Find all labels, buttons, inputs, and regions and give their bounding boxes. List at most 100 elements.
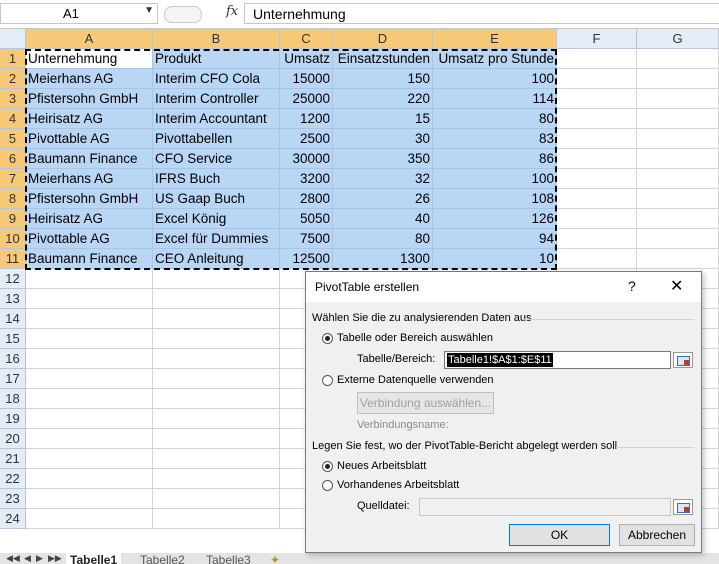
cell-d2[interactable]: 150: [333, 69, 433, 89]
cell-f11[interactable]: [557, 249, 637, 269]
cell-b18[interactable]: [153, 389, 280, 409]
cell-b11[interactable]: CEO Anleitung: [153, 249, 280, 269]
cell-b19[interactable]: [153, 409, 280, 429]
cell-f6[interactable]: [557, 149, 637, 169]
cell-a20[interactable]: [26, 429, 153, 449]
cell-a3[interactable]: Pfistersohn GmbH: [26, 89, 153, 109]
cell-e3[interactable]: 114: [433, 89, 557, 109]
cell-g11[interactable]: [637, 249, 719, 269]
range-picker-icon[interactable]: [673, 352, 693, 368]
cell-f9[interactable]: [557, 209, 637, 229]
cell-b12[interactable]: [153, 269, 280, 289]
target-input[interactable]: [419, 498, 671, 516]
cell-a22[interactable]: [26, 469, 153, 489]
cell-b3[interactable]: Interim Controller: [153, 89, 280, 109]
radio-existing-sheet[interactable]: [322, 480, 333, 491]
new-sheet-icon[interactable]: ✦: [266, 553, 284, 564]
cell-b22[interactable]: [153, 469, 280, 489]
row-header-9[interactable]: 9: [0, 209, 26, 229]
cell-c7[interactable]: 3200: [280, 169, 333, 189]
cell-a19[interactable]: [26, 409, 153, 429]
cell-c8[interactable]: 2800: [280, 189, 333, 209]
choose-connection-button[interactable]: Verbindung auswählen...: [357, 392, 494, 414]
cell-e7[interactable]: 100: [433, 169, 557, 189]
row-header-17[interactable]: 17: [0, 369, 26, 389]
row-header-10[interactable]: 10: [0, 229, 26, 249]
cell-f7[interactable]: [557, 169, 637, 189]
cell-e1[interactable]: Umsatz pro Stunde: [433, 49, 557, 69]
cell-g3[interactable]: [637, 89, 719, 109]
cell-b8[interactable]: US Gaap Buch: [153, 189, 280, 209]
cell-a14[interactable]: [26, 309, 153, 329]
cell-f2[interactable]: [557, 69, 637, 89]
cell-a9[interactable]: Heirisatz AG: [26, 209, 153, 229]
formula-input[interactable]: Unternehmung: [244, 3, 719, 24]
row-header-22[interactable]: 22: [0, 469, 26, 489]
cell-d5[interactable]: 30: [333, 129, 433, 149]
cell-d8[interactable]: 26: [333, 189, 433, 209]
cell-b1[interactable]: Produkt: [153, 49, 280, 69]
last-sheet-icon[interactable]: ▶▶: [48, 553, 62, 564]
cell-b20[interactable]: [153, 429, 280, 449]
cell-a23[interactable]: [26, 489, 153, 509]
column-header-e[interactable]: E: [433, 29, 557, 49]
column-header-f[interactable]: F: [557, 29, 637, 49]
cell-f8[interactable]: [557, 189, 637, 209]
range-input[interactable]: Tabelle1!$A$1:$E$11: [444, 351, 671, 369]
row-header-11[interactable]: 11: [0, 249, 26, 269]
cell-e11[interactable]: 10: [433, 249, 557, 269]
cell-b24[interactable]: [153, 509, 280, 529]
cell-d6[interactable]: 350: [333, 149, 433, 169]
cell-f1[interactable]: [557, 49, 637, 69]
row-header-15[interactable]: 15: [0, 329, 26, 349]
name-box[interactable]: A1 ▼: [0, 3, 158, 24]
cell-e10[interactable]: 94: [433, 229, 557, 249]
row-header-8[interactable]: 8: [0, 189, 26, 209]
cell-c4[interactable]: 1200: [280, 109, 333, 129]
target-picker-icon[interactable]: [673, 499, 693, 515]
row-header-1[interactable]: 1: [0, 49, 26, 69]
cell-g1[interactable]: [637, 49, 719, 69]
cell-g10[interactable]: [637, 229, 719, 249]
cell-e8[interactable]: 108: [433, 189, 557, 209]
cell-b10[interactable]: Excel für Dummies: [153, 229, 280, 249]
row-header-23[interactable]: 23: [0, 489, 26, 509]
cell-b4[interactable]: Interim Accountant: [153, 109, 280, 129]
tab-tabelle1[interactable]: Tabelle1: [66, 553, 122, 564]
cell-f10[interactable]: [557, 229, 637, 249]
cell-g4[interactable]: [637, 109, 719, 129]
cell-b2[interactable]: Interim CFO Cola: [153, 69, 280, 89]
row-header-19[interactable]: 19: [0, 409, 26, 429]
cell-g2[interactable]: [637, 69, 719, 89]
column-header-d[interactable]: D: [333, 29, 433, 49]
cancel-button[interactable]: Abbrechen: [619, 524, 695, 546]
cell-f4[interactable]: [557, 109, 637, 129]
row-header-16[interactable]: 16: [0, 349, 26, 369]
close-icon[interactable]: ✕: [670, 276, 683, 296]
prev-sheet-icon[interactable]: ◀: [24, 553, 31, 564]
row-header-14[interactable]: 14: [0, 309, 26, 329]
insert-function-icon[interactable]: fx: [226, 4, 238, 19]
radio-existing-sheet-label[interactable]: Vorhandenes Arbeitsblatt: [337, 479, 459, 491]
cell-d1[interactable]: Einsatzstunden: [333, 49, 433, 69]
row-header-7[interactable]: 7: [0, 169, 26, 189]
cell-b7[interactable]: IFRS Buch: [153, 169, 280, 189]
cell-a21[interactable]: [26, 449, 153, 469]
tab-tabelle2[interactable]: Tabelle2: [136, 553, 189, 564]
cell-g8[interactable]: [637, 189, 719, 209]
cell-c2[interactable]: 15000: [280, 69, 333, 89]
cell-b23[interactable]: [153, 489, 280, 509]
cell-b5[interactable]: Pivottabellen: [153, 129, 280, 149]
row-header-3[interactable]: 3: [0, 89, 26, 109]
row-header-13[interactable]: 13: [0, 289, 26, 309]
radio-table-range[interactable]: [322, 333, 333, 344]
cell-e9[interactable]: 126: [433, 209, 557, 229]
column-header-b[interactable]: B: [153, 29, 280, 49]
column-header-c[interactable]: C: [280, 29, 333, 49]
cell-a7[interactable]: Meierhans AG: [26, 169, 153, 189]
cell-c11[interactable]: 12500: [280, 249, 333, 269]
cell-a5[interactable]: Pivottable AG: [26, 129, 153, 149]
row-header-24[interactable]: 24: [0, 509, 26, 529]
row-header-12[interactable]: 12: [0, 269, 26, 289]
cell-a8[interactable]: Pfistersohn GmbH: [26, 189, 153, 209]
